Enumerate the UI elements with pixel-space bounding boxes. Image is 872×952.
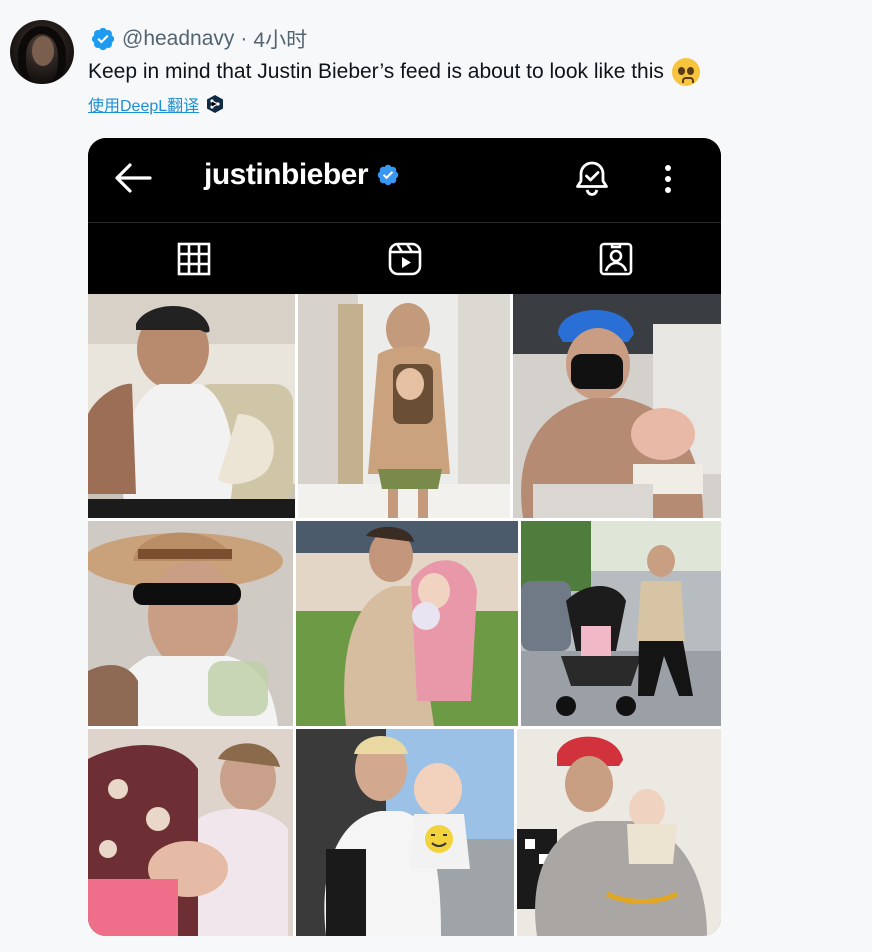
grid-icon: [177, 242, 210, 276]
tab-posts[interactable]: [88, 223, 299, 295]
post-tile[interactable]: [296, 729, 514, 936]
pleading-face-emoji-icon: [671, 58, 700, 86]
post-tile[interactable]: [88, 729, 293, 936]
post-4-photo: [88, 521, 293, 726]
post-5-photo: [296, 521, 518, 726]
author-handle[interactable]: @headnavy: [122, 27, 234, 51]
post-2-photo: [298, 294, 510, 518]
ig-post-grid: [88, 294, 721, 936]
verified-badge-icon: [91, 27, 115, 51]
back-arrow-icon[interactable]: [114, 162, 152, 194]
instagram-screenshot[interactable]: justinbieber: [88, 138, 721, 936]
post-9-photo: [517, 729, 721, 936]
ig-username: justinbieber: [204, 158, 369, 191]
post-tile[interactable]: [88, 294, 295, 518]
post-tile[interactable]: [88, 521, 293, 726]
post-3-photo: [513, 294, 721, 518]
post-tile[interactable]: [513, 294, 721, 518]
post-1-photo: [88, 294, 295, 518]
tab-tagged[interactable]: [510, 223, 721, 295]
post-8-photo: [296, 729, 514, 936]
more-options-icon[interactable]: [656, 162, 680, 196]
tweet-timestamp[interactable]: 4小时: [253, 24, 307, 54]
ig-tab-bar: [88, 223, 721, 295]
tweet-header: @headnavy · 4小时: [90, 24, 307, 54]
tweet-text: Keep in mind that Justin Bieber’s feed i…: [88, 60, 664, 83]
post-tile[interactable]: [517, 729, 721, 936]
ig-username-row: justinbieber: [204, 158, 400, 192]
tweet-body: Keep in mind that Justin Bieber’s feed i…: [88, 58, 700, 86]
author-avatar[interactable]: [10, 20, 74, 84]
reels-icon: [388, 242, 421, 276]
post-tile[interactable]: [296, 521, 518, 726]
post-7-photo: [88, 729, 293, 936]
ig-verified-icon: [377, 164, 399, 186]
post-6-photo: [521, 521, 721, 726]
ig-header: justinbieber: [88, 138, 721, 222]
notification-bell-icon[interactable]: [574, 160, 610, 198]
post-tile[interactable]: [298, 294, 510, 518]
meta-separator: ·: [240, 27, 248, 50]
tagged-icon: [599, 242, 632, 276]
deepl-logo-icon: [207, 95, 224, 113]
avatar-face: [32, 36, 54, 66]
post-tile[interactable]: [521, 521, 721, 726]
translate-label[interactable]: 使用DeepL翻译: [88, 92, 199, 116]
tab-reels[interactable]: [299, 223, 510, 295]
translate-link[interactable]: 使用DeepL翻译: [88, 92, 225, 116]
